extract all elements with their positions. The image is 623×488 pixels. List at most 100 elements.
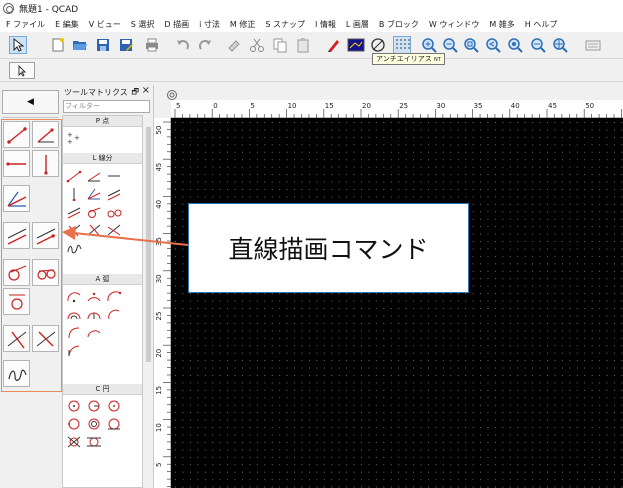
paste-button[interactable] [294,36,312,54]
grid-toggle-button[interactable] [393,36,411,54]
tm-line-tangent-two[interactable] [106,204,122,218]
open-file-button[interactable] [71,36,89,54]
menu-edit[interactable]: E 編集 [55,19,79,30]
zoom-redraw-icon [508,38,523,53]
arc-concentric-icon [67,312,81,320]
tm-line-horizontal[interactable] [106,168,122,182]
menu-modify[interactable]: M 修正 [230,19,255,30]
section-points[interactable]: P 点 [63,116,142,127]
close-dock-icon[interactable]: × [142,85,150,96]
clear-selection-button[interactable] [225,36,243,54]
arc-tangent-icon [107,291,122,302]
folder-open-icon [73,41,87,50]
point-tool[interactable]: + + + [66,130,82,146]
section-arcs[interactable]: A 弧 [63,274,142,285]
menu-draw[interactable]: D 描画 [164,19,189,30]
cad-toolbar: ◀ [0,85,62,488]
tm-line-vertical[interactable] [66,186,82,202]
section-circles[interactable]: C 円 [63,384,142,395]
svg-text:+: + [67,138,73,145]
tm-line-parallel-through[interactable] [66,204,82,219]
zoom-auto-button[interactable] [462,36,480,54]
tm-line-misc[interactable] [106,222,122,236]
menu-view[interactable]: V ビュー [89,19,121,30]
vruler-label: 45 [155,163,163,172]
copy-button[interactable] [271,36,289,54]
zoom-in-button[interactable] [420,36,438,54]
command-line-button[interactable] [584,36,602,54]
float-dock-icon[interactable]: 🗗 [131,86,139,100]
menu-misc[interactable]: M 雑多 [489,19,514,30]
tm-circle-tangent-3[interactable] [86,434,102,448]
tm-arc-angle[interactable] [106,306,122,320]
tm-circle-3points[interactable] [66,416,82,430]
tm-arc-ellipse[interactable] [66,324,82,339]
tm-arc-radius[interactable] [86,306,102,320]
menu-dimension[interactable]: i 寸法 [199,19,220,30]
tm-circle-tangent[interactable] [106,416,122,430]
copy-icon [273,38,287,53]
tm-circle-center[interactable] [66,398,82,412]
tm-circle-2points[interactable] [106,398,122,412]
circle-concentric-icon [88,418,100,430]
zoom-auto-icon [464,38,479,53]
tool-matrix-scrollbar[interactable] [144,115,153,488]
save-button[interactable] [94,36,112,54]
menu-select[interactable]: S 選択 [131,19,155,30]
arc-angle-icon [108,309,120,320]
tm-line-bisector[interactable] [86,186,102,200]
cut-button[interactable] [248,36,266,54]
tm-arc-tangent[interactable] [106,288,122,302]
new-file-button[interactable] [49,36,67,54]
background-color-button[interactable] [347,36,365,54]
menu-info[interactable]: I 情報 [315,19,336,30]
pen-color-button[interactable] [325,36,343,54]
print-button[interactable] [143,36,161,54]
vertical-ruler: 50 45 40 35 30 25 20 15 10 5 [154,118,171,488]
tm-arc-tangent2[interactable] [86,324,102,338]
tm-arc-center[interactable] [66,288,82,303]
tm-freehand[interactable] [66,240,82,254]
drawing-canvas[interactable] [171,118,623,488]
back-button[interactable]: ◀ [2,90,59,114]
tm-line-tangent[interactable] [86,204,102,218]
zoom-window-button[interactable] [529,36,547,54]
select-cursor-button[interactable] [9,62,35,79]
tm-circle-radius[interactable] [86,398,102,412]
document-tab-icon[interactable] [166,86,178,100]
tm-line-angle[interactable] [86,168,102,182]
scrollbar-thumb[interactable] [146,127,151,362]
redo-button[interactable] [196,36,214,54]
main-toolbar [0,32,623,59]
tm-circle-concentric[interactable] [86,416,102,430]
section-lines[interactable]: L 線分 [63,153,142,164]
menu-block[interactable]: B ブロック [379,19,419,30]
tm-arc-polyline[interactable] [66,342,82,357]
menu-file[interactable]: F ファイル [6,19,45,30]
zoom-redraw-button[interactable] [506,36,524,54]
menu-help[interactable]: H ヘルプ [525,19,558,30]
antialiasing-button[interactable] [369,36,387,54]
tm-circle-tangent-2[interactable] [66,434,82,448]
tm-arc-3points[interactable] [86,288,102,302]
print-icon [146,38,158,52]
horizontal-ruler: 50510152025303540455055 [171,100,623,118]
callout-box: 直線描画コマンド [188,203,469,293]
tm-line-relative-angle[interactable] [86,222,102,236]
arc-polyline-icon [68,345,80,357]
zoom-pan-button[interactable] [551,36,569,54]
tm-line-parallel[interactable] [106,186,122,201]
tm-line-orthogonal[interactable] [66,222,82,237]
menu-snap[interactable]: S スナップ [265,19,305,30]
save-as-button[interactable] [117,36,135,54]
tm-line-2points[interactable] [66,168,82,183]
menu-window[interactable]: W ウィンドウ [429,19,479,30]
zoom-previous-button[interactable] [484,36,502,54]
undo-button[interactable] [174,36,192,54]
tm-arc-concentric[interactable] [66,306,82,320]
filter-input[interactable]: フィルター [63,100,150,113]
menu-layer[interactable]: L 画層 [346,19,369,30]
zoom-out-button[interactable] [441,36,459,54]
tooltip-shortcut: NT [433,57,441,63]
select-pointer-button[interactable] [9,36,27,54]
